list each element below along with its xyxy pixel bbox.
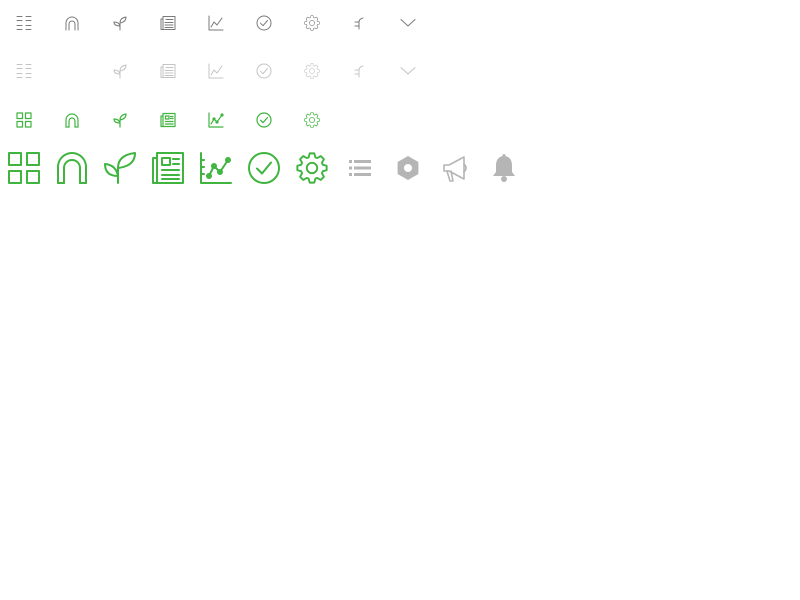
line-chart-icon (208, 112, 224, 128)
newspaper-icon (160, 15, 176, 31)
grid-icon (16, 15, 32, 31)
arch-icon (64, 15, 80, 31)
check-circle-icon (248, 152, 280, 184)
sprout-icon (112, 15, 128, 31)
list-icon (344, 152, 376, 184)
line-chart-icon (208, 63, 224, 79)
sprout-icon (112, 63, 128, 79)
grid-icon (16, 112, 32, 128)
line-chart-icon (200, 152, 232, 184)
icon-sprite-sheet (0, 0, 800, 600)
gear-icon (296, 152, 328, 184)
newspaper-icon (160, 112, 176, 128)
gear-icon (304, 112, 320, 128)
settings-badge-icon (392, 152, 424, 184)
arch-icon (56, 152, 88, 184)
chevron-down-icon (400, 15, 416, 31)
line-chart-icon (208, 15, 224, 31)
newspaper-icon (160, 63, 176, 79)
grid-icon (8, 152, 40, 184)
sprout-small-icon (352, 63, 368, 79)
check-circle-icon (256, 15, 272, 31)
grid-icon (16, 63, 32, 79)
chevron-down-icon (400, 63, 416, 79)
sprout-icon (112, 112, 128, 128)
gear-icon (304, 63, 320, 79)
check-circle-icon (256, 63, 272, 79)
sprout-icon (104, 152, 136, 184)
newspaper-icon (152, 152, 184, 184)
arch-icon (64, 112, 80, 128)
bell-icon (488, 152, 520, 184)
check-circle-icon (256, 112, 272, 128)
megaphone-icon (440, 152, 472, 184)
gear-icon (304, 15, 320, 31)
sprout-small-icon (352, 15, 368, 31)
